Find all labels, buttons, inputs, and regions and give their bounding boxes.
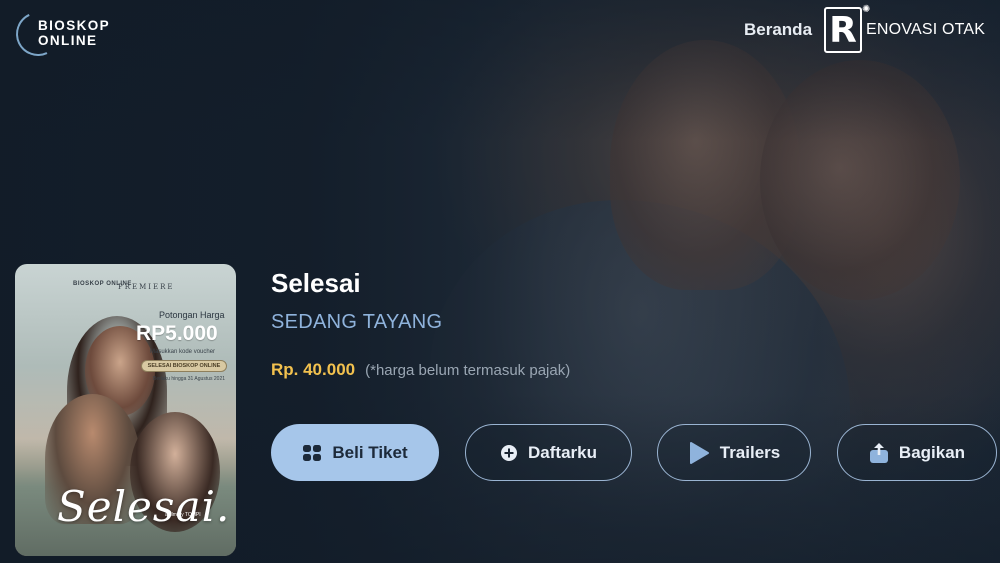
- poster-premiere: PREMIERE: [118, 283, 175, 291]
- poster-promo-note: Berlaku hingga 31 Agustus 2021: [153, 376, 225, 382]
- buy-ticket-label: Beli Tiket: [332, 442, 408, 462]
- movie-status: SEDANG TAYANG: [271, 311, 443, 333]
- price-row: Rp. 40.000 (*harga belum termasuk pajak): [271, 360, 570, 380]
- nav-link-home[interactable]: Beranda: [744, 20, 812, 40]
- poster-promo-price: RP5.000: [136, 322, 218, 345]
- trailers-label: Trailers: [719, 442, 781, 462]
- poster-promo-label: Potongan Harga: [159, 310, 225, 320]
- buy-ticket-button[interactable]: Beli Tiket: [271, 424, 439, 481]
- price-note: (*harga belum termasuk pajak): [365, 362, 571, 379]
- share-button[interactable]: Bagikan: [837, 424, 997, 481]
- poster-promo-sub: Masukkan kode voucher: [150, 349, 216, 355]
- play-icon: [688, 441, 710, 465]
- add-to-list-label: Daftarku: [528, 442, 597, 462]
- ticket-price: Rp. 40.000: [271, 360, 356, 379]
- site-logo[interactable]: BIOSKOP ONLINE: [9, 5, 110, 63]
- logo-text: BIOSKOP ONLINE: [38, 18, 110, 48]
- share-icon: [869, 442, 889, 464]
- movie-poster: BIOSKOP ONLINE PREMIERE Potongan Harga R…: [15, 264, 236, 556]
- lightbulb-icon: ✺: [862, 4, 871, 15]
- logo-line-1: BIOSKOP: [38, 18, 111, 33]
- watermark-logo: R ✺ ENOVASI OTAK: [824, 4, 986, 54]
- plus-circle-icon: [500, 444, 518, 462]
- poster-promo-code: SELESAI BIOSKOP ONLINE: [141, 360, 227, 372]
- logo-line-2: ONLINE: [38, 33, 98, 48]
- watermark-text: ENOVASI OTAK: [866, 21, 986, 38]
- watermark-letter-box: R: [824, 7, 862, 53]
- trailers-button[interactable]: Trailers: [657, 424, 811, 481]
- poster-title: Selesai.: [57, 482, 231, 531]
- movie-title: Selesai: [271, 268, 361, 298]
- share-label: Bagikan: [898, 442, 966, 462]
- poster-credit: a film by TOMPI: [165, 512, 201, 518]
- ticket-icon: [302, 443, 322, 463]
- add-to-list-button[interactable]: Daftarku: [465, 424, 632, 481]
